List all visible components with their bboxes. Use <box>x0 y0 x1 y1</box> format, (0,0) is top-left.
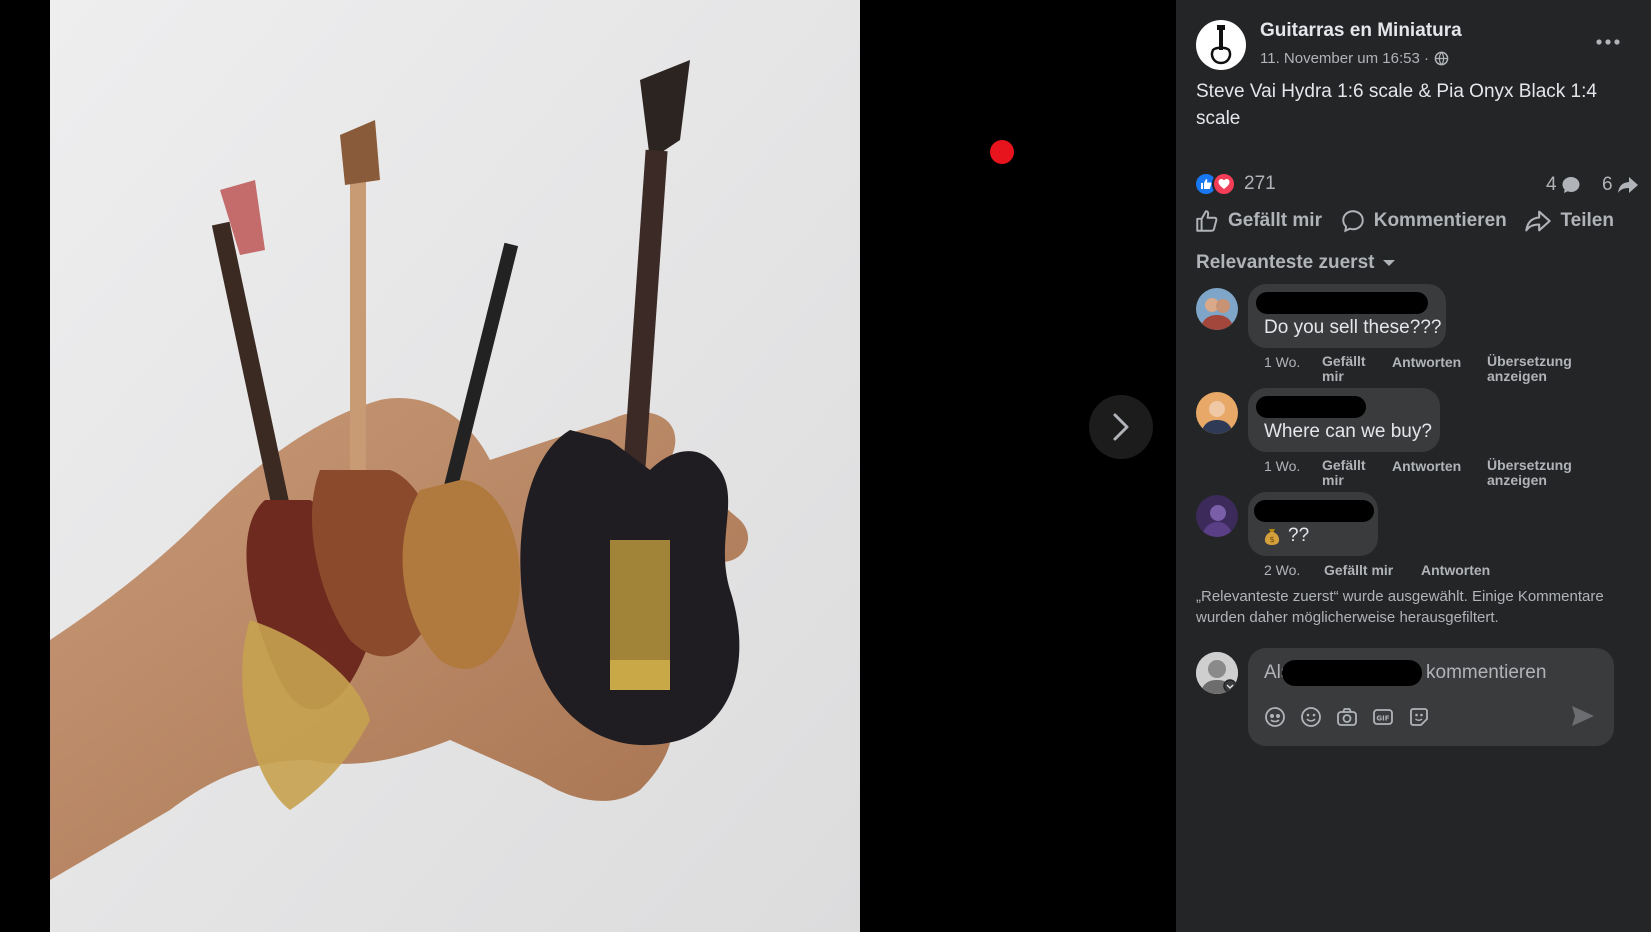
comment-text: Where can we buy? <box>1264 421 1432 442</box>
gif-icon: GIF <box>1373 709 1393 725</box>
send-button[interactable] <box>1570 704 1596 733</box>
comment-time[interactable]: 1 Wo. <box>1264 458 1300 474</box>
share-icon <box>1525 210 1552 232</box>
svg-text:$: $ <box>1269 535 1274 544</box>
thumbs-up-icon <box>1196 210 1218 232</box>
comment-sort-dropdown[interactable]: Relevanteste zuerst <box>1196 252 1396 274</box>
money-bag-icon: $ <box>1264 529 1280 545</box>
love-reaction-icon <box>1212 172 1236 196</box>
photo-upload-button[interactable] <box>1334 704 1360 730</box>
share-count-value: 6 <box>1602 174 1613 195</box>
comment-like-link[interactable]: Gefällt mir <box>1322 354 1378 384</box>
comment-time[interactable]: 1 Wo. <box>1264 354 1300 370</box>
camera-icon <box>1337 708 1357 726</box>
share-button-label: Teilen <box>1560 210 1614 231</box>
share-arrow-icon <box>1617 177 1638 193</box>
guitar-logo-icon <box>1197 21 1245 69</box>
comment-reply-link[interactable]: Antworten <box>1392 458 1461 474</box>
comment-count-value: 4 <box>1546 174 1557 195</box>
comment-like-link[interactable]: Gefällt mir <box>1322 458 1378 488</box>
recording-indicator <box>990 140 1014 164</box>
more-dots-icon <box>1596 39 1620 45</box>
comment-translate-link[interactable]: Übersetzung anzeigen <box>1487 354 1597 384</box>
post-text: Steve Vai Hydra 1:6 scale & Pia Onyx Bla… <box>1196 81 1597 129</box>
current-user-avatar[interactable] <box>1196 652 1238 694</box>
comment-time[interactable]: 2 Wo. <box>1264 562 1300 578</box>
reactions-summary[interactable]: 271 <box>1194 172 1276 196</box>
photo-viewer <box>0 0 1176 932</box>
comment-button-label: Kommentieren <box>1373 210 1507 231</box>
redacted-name <box>1254 500 1374 522</box>
comment-composer[interactable]: Als kommentieren GIF <box>1248 648 1614 746</box>
svg-text:GIF: GIF <box>1376 715 1389 723</box>
comment-count[interactable]: 4 <box>1546 174 1581 196</box>
comment-like-link[interactable]: Gefällt mir <box>1324 562 1393 578</box>
filter-notice: „Relevanteste zuerst“ wurde ausgewählt. … <box>1196 588 1604 626</box>
avatar-sticker-button[interactable] <box>1262 704 1288 730</box>
commenter-avatar[interactable] <box>1196 392 1238 434</box>
comment-bubble: Where can we buy? <box>1248 388 1440 452</box>
redacted-name <box>1256 292 1428 314</box>
chevron-right-icon <box>1113 413 1129 441</box>
redacted-username <box>1282 660 1422 686</box>
emoji-button[interactable] <box>1298 704 1324 730</box>
share-count[interactable]: 6 <box>1602 174 1639 196</box>
composer-placeholder: kommentieren <box>1426 662 1547 683</box>
avatar-sticker-icon <box>1265 707 1285 727</box>
comment-reply-link[interactable]: Antworten <box>1392 354 1461 370</box>
commenter-avatar[interactable] <box>1196 495 1238 537</box>
send-arrow-icon <box>1572 706 1594 726</box>
guitars-photo-illustration <box>50 0 860 932</box>
sticker-icon <box>1410 708 1428 726</box>
comment-translate-link[interactable]: Übersetzung anzeigen <box>1487 458 1597 488</box>
globe-icon <box>1434 51 1449 66</box>
comment-bubble: Do you sell these??? <box>1248 284 1446 348</box>
comment-text: ?? <box>1288 525 1310 546</box>
commenter-avatar[interactable] <box>1196 288 1238 330</box>
more-options-button[interactable] <box>1586 30 1630 54</box>
sticker-button[interactable] <box>1406 704 1432 730</box>
comment-button[interactable]: Kommentieren <box>1340 208 1507 234</box>
next-photo-button[interactable] <box>1089 395 1153 459</box>
gif-button[interactable]: GIF <box>1370 704 1396 730</box>
comment-bubble-icon <box>1562 177 1580 193</box>
page-name[interactable]: Guitarras en Miniatura <box>1260 20 1462 42</box>
redacted-name <box>1256 396 1366 418</box>
post-panel: Guitarras en Miniatura 11. November um 1… <box>1176 0 1651 932</box>
comment-text: Do you sell these??? <box>1264 317 1442 338</box>
post-actions: Gefällt mir Kommentieren Teilen <box>1194 208 1614 234</box>
comment-content: $ ?? <box>1262 525 1309 547</box>
caret-down-icon <box>1383 260 1396 266</box>
post-photo <box>50 0 860 932</box>
emoji-icon <box>1301 707 1321 727</box>
like-button-label: Gefällt mir <box>1228 210 1322 231</box>
post-date: 11. November um 16:53 · <box>1260 50 1449 67</box>
comment-bubble: $ ?? <box>1248 492 1378 556</box>
share-button[interactable]: Teilen <box>1524 208 1614 234</box>
sort-label: Relevanteste zuerst <box>1196 252 1375 273</box>
like-button[interactable]: Gefällt mir <box>1194 208 1322 234</box>
post-date-text[interactable]: 11. November um 16:53 · <box>1260 50 1429 67</box>
comment-icon <box>1341 210 1364 233</box>
page-avatar[interactable] <box>1196 20 1246 70</box>
reaction-count: 271 <box>1244 173 1276 194</box>
comment-reply-link[interactable]: Antworten <box>1421 562 1490 578</box>
